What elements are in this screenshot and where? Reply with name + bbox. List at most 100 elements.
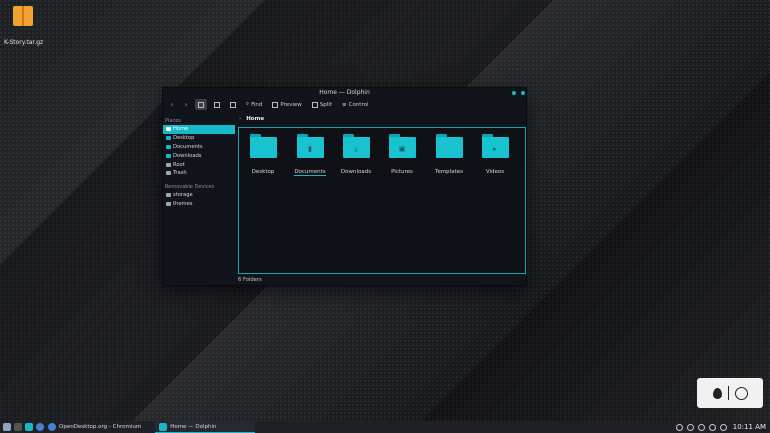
grid-icon bbox=[198, 101, 204, 108]
documents-folder-icon: ▮ bbox=[296, 134, 324, 158]
sidebar-item-label: Trash bbox=[173, 170, 187, 177]
folder-icon bbox=[249, 134, 277, 158]
breadcrumb-arrow-icon: › bbox=[239, 116, 242, 122]
find-button[interactable]: ⌕ Find bbox=[243, 99, 265, 110]
close-button[interactable] bbox=[521, 91, 525, 95]
compact-icon bbox=[214, 101, 220, 108]
back-icon[interactable]: ‹ bbox=[167, 100, 177, 109]
divider bbox=[727, 386, 729, 400]
sidebar-item-label: storage bbox=[173, 192, 193, 199]
folder-templates[interactable]: Templates bbox=[432, 134, 466, 177]
pictures-folder-icon: ▣ bbox=[388, 134, 416, 158]
videos-folder-icon: ▸ bbox=[481, 134, 509, 158]
sidebar-item-label: Root bbox=[173, 161, 185, 168]
task-chromium[interactable]: OpenDesktop.org - Chromium bbox=[44, 421, 145, 433]
folder-label: Videos bbox=[485, 169, 505, 175]
folder-documents[interactable]: ▮ Documents bbox=[293, 134, 327, 177]
folder-label: Documents bbox=[294, 169, 326, 176]
task-dolphin[interactable]: Home — Dolphin bbox=[155, 421, 256, 433]
folder-icon bbox=[159, 422, 168, 431]
system-tray: 10:11 AM bbox=[675, 421, 766, 433]
desktop-file-icon[interactable]: K-Story.tar.gz bbox=[4, 6, 44, 48]
minimize-button[interactable] bbox=[512, 91, 516, 95]
folder-pictures[interactable]: ▣ Pictures bbox=[385, 134, 419, 177]
task-label: Home — Dolphin bbox=[170, 423, 217, 430]
icons-view-button[interactable] bbox=[195, 99, 207, 110]
task-label: OpenDesktop.org - Chromium bbox=[59, 424, 142, 430]
details-icon bbox=[230, 101, 236, 108]
sidebar-item-documents[interactable]: Documents bbox=[163, 143, 236, 152]
split-button[interactable]: Split bbox=[309, 99, 335, 110]
forward-icon[interactable]: › bbox=[181, 100, 191, 109]
find-label: Find bbox=[251, 101, 263, 108]
preview-label: Preview bbox=[280, 101, 302, 108]
clipboard-icon[interactable] bbox=[708, 423, 716, 431]
sidebar-item-trash[interactable]: Trash bbox=[163, 169, 236, 178]
sidebar-item-label: Downloads bbox=[173, 152, 202, 159]
folder-icon bbox=[166, 144, 171, 149]
folder-label: Downloads bbox=[340, 169, 372, 175]
archive-icon bbox=[13, 6, 33, 26]
shield-icon[interactable] bbox=[686, 423, 694, 431]
title-bar[interactable]: Home — Dolphin bbox=[163, 88, 526, 98]
places-header: Places bbox=[165, 118, 181, 124]
preview-button[interactable]: Preview bbox=[269, 99, 304, 110]
drop-icon bbox=[712, 387, 722, 399]
desktop-file-label: K-Story.tar.gz bbox=[4, 39, 44, 46]
file-view[interactable]: Desktop ▮ Documents ⤓ Downloads ▣ Pictur… bbox=[238, 127, 526, 274]
compact-view-button[interactable] bbox=[211, 99, 223, 110]
chromium-icon bbox=[48, 423, 56, 431]
folder-label: Templates bbox=[435, 169, 463, 175]
devices-header: Removable Devices bbox=[165, 183, 215, 190]
toolbar: ‹ › ⌕ Find Preview Split ≡ Control bbox=[163, 98, 526, 111]
sidebar-item-label: Desktop bbox=[173, 135, 195, 142]
drive-icon bbox=[166, 193, 171, 198]
volume-icon[interactable] bbox=[719, 423, 727, 431]
sidebar-item-themes[interactable]: themes bbox=[163, 200, 236, 209]
preview-icon bbox=[272, 101, 279, 108]
breadcrumb-home[interactable]: Home bbox=[246, 116, 264, 122]
dolphin-window: Home — Dolphin ‹ › ⌕ Find Preview Split ≡… bbox=[162, 87, 527, 286]
clock[interactable]: 10:11 AM bbox=[733, 423, 766, 431]
folder-icon bbox=[166, 136, 171, 141]
control-label: Control bbox=[348, 101, 369, 108]
sidebar-item-storage[interactable]: storage bbox=[163, 191, 236, 200]
status-bar-text: 6 Folders bbox=[238, 277, 262, 283]
terminal-icon[interactable] bbox=[14, 423, 22, 431]
sidebar-item-home[interactable]: Home bbox=[163, 125, 235, 134]
control-button[interactable]: ≡ Control bbox=[339, 99, 372, 110]
templates-folder-icon bbox=[435, 134, 463, 158]
window-title: Home — Dolphin bbox=[319, 89, 370, 96]
folder-downloads[interactable]: ⤓ Downloads bbox=[339, 134, 373, 177]
details-view-button[interactable] bbox=[227, 99, 239, 110]
circle-icon bbox=[734, 386, 748, 400]
sidebar-item-downloads[interactable]: Downloads bbox=[163, 151, 236, 160]
search-icon: ⌕ bbox=[246, 101, 250, 107]
home-icon bbox=[166, 127, 171, 132]
files-icon[interactable] bbox=[25, 423, 33, 431]
notification-widget[interactable] bbox=[697, 378, 763, 408]
places-panel: Places Home Desktop Documents Downloads … bbox=[163, 115, 236, 285]
updates-icon[interactable] bbox=[675, 423, 683, 431]
sidebar-item-label: Home bbox=[173, 126, 189, 133]
taskbar: OpenDesktop.org - Chromium Home — Dolphi… bbox=[0, 421, 770, 433]
folder-desktop[interactable]: Desktop bbox=[246, 134, 280, 177]
sidebar-item-label: Documents bbox=[173, 143, 203, 150]
drive-icon bbox=[166, 201, 171, 206]
sidebar-item-label: themes bbox=[173, 200, 193, 207]
menu-icon: ≡ bbox=[342, 101, 347, 108]
sidebar-item-root[interactable]: Root bbox=[163, 160, 236, 169]
folder-label: Pictures bbox=[391, 169, 413, 175]
folder-videos[interactable]: ▸ Videos bbox=[478, 134, 512, 177]
split-label: Split bbox=[319, 101, 332, 108]
root-icon bbox=[166, 162, 171, 167]
downloads-folder-icon: ⤓ bbox=[342, 134, 370, 158]
app-launcher-icon[interactable] bbox=[3, 423, 11, 431]
split-icon bbox=[311, 101, 318, 108]
network-icon[interactable] bbox=[697, 423, 705, 431]
sidebar-item-desktop[interactable]: Desktop bbox=[163, 134, 236, 143]
folder-label: Desktop bbox=[251, 169, 275, 175]
breadcrumb[interactable]: › Home bbox=[239, 116, 264, 122]
folder-icon bbox=[166, 153, 171, 158]
chromium-icon[interactable] bbox=[36, 423, 44, 431]
